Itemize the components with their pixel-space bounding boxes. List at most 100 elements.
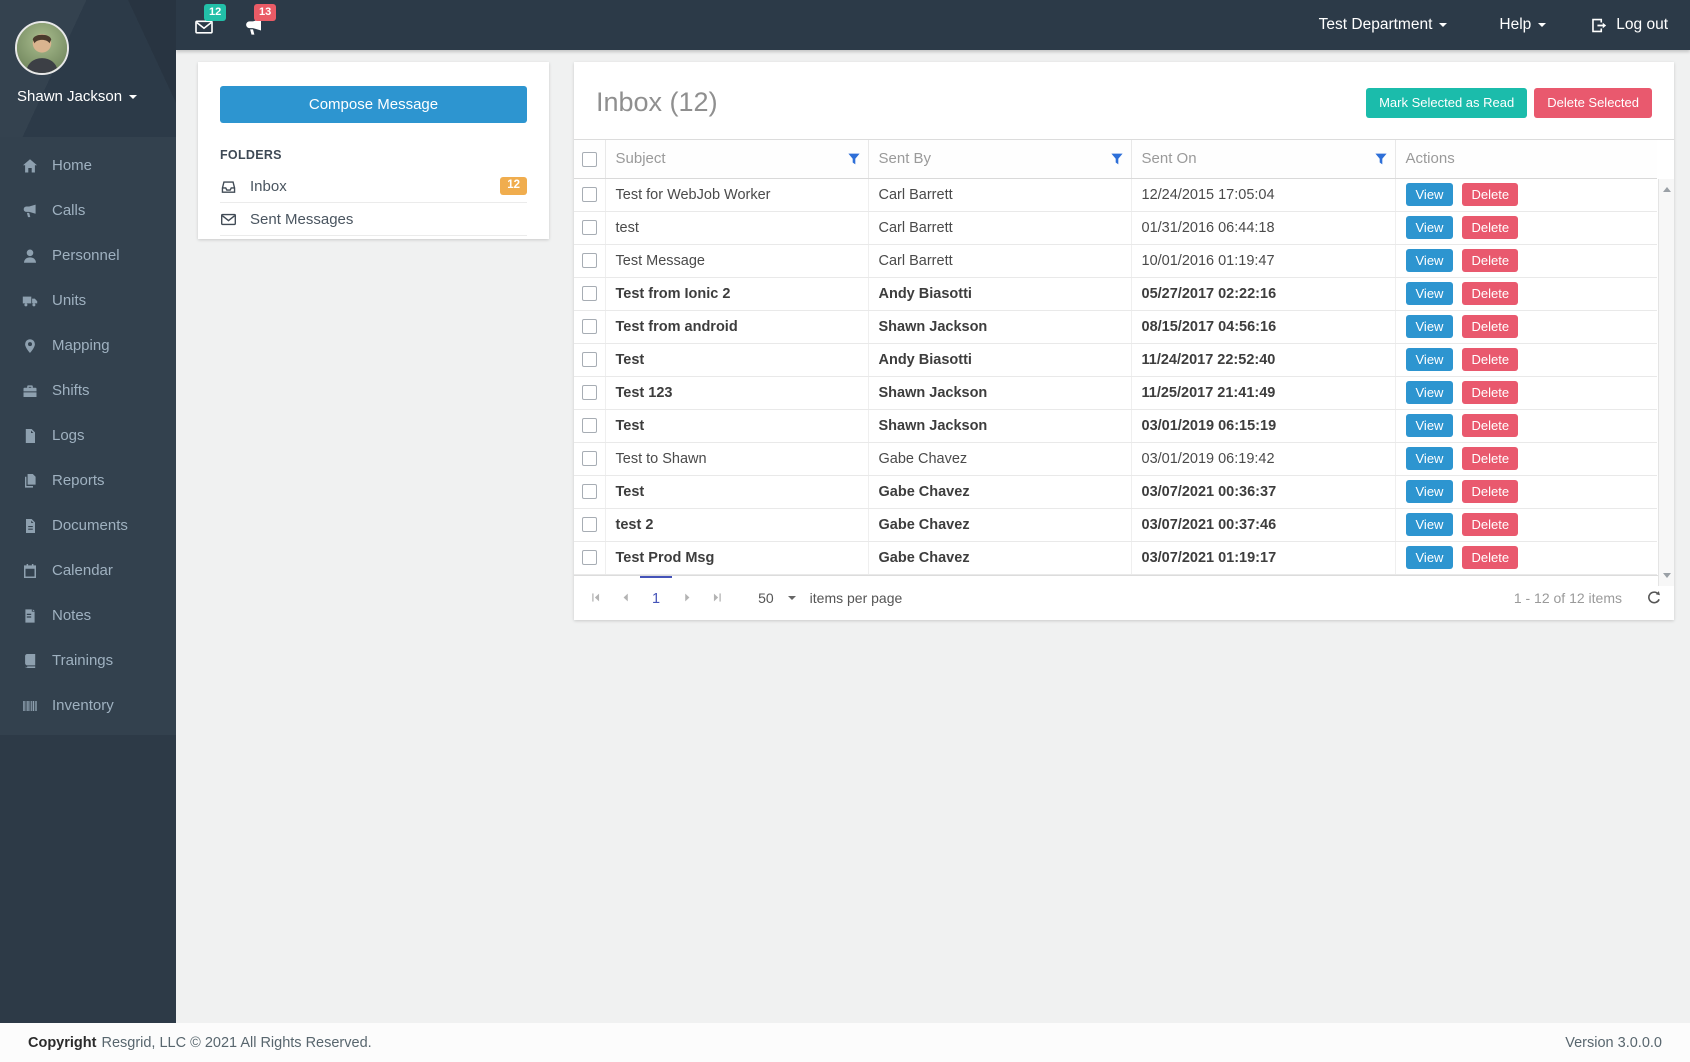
folders-card: Compose Message FOLDERS Inbox 12 Sent Me… xyxy=(198,62,549,239)
row-checkbox[interactable] xyxy=(582,550,597,565)
help-menu[interactable]: Help xyxy=(1499,16,1546,34)
column-header-sent-on[interactable]: Sent On xyxy=(1131,140,1395,178)
message-subject: Test Prod Msg xyxy=(605,541,868,574)
view-button[interactable]: View xyxy=(1406,546,1454,569)
sidebar-item-inventory[interactable]: Inventory xyxy=(0,683,176,728)
view-button[interactable]: View xyxy=(1406,480,1454,503)
message-subject: test xyxy=(605,211,868,244)
sidebar-item-label: Shifts xyxy=(52,382,90,399)
delete-button[interactable]: Delete xyxy=(1462,414,1518,437)
sidebar-item-notes[interactable]: Notes xyxy=(0,593,176,638)
delete-button[interactable]: Delete xyxy=(1462,513,1518,536)
delete-button[interactable]: Delete xyxy=(1462,183,1518,206)
logout-label: Log out xyxy=(1616,16,1668,34)
delete-button[interactable]: Delete xyxy=(1462,315,1518,338)
folder-inbox[interactable]: Inbox 12 xyxy=(220,170,527,203)
message-sender: Gabe Chavez xyxy=(868,475,1131,508)
messages-indicator[interactable]: 12 xyxy=(194,17,214,42)
view-button[interactable]: View xyxy=(1406,348,1454,371)
sidebar-item-shifts[interactable]: Shifts xyxy=(0,368,176,413)
message-date: 03/07/2021 01:19:17 xyxy=(1131,541,1395,574)
sidebar-item-documents[interactable]: Documents xyxy=(0,503,176,548)
department-menu[interactable]: Test Department xyxy=(1319,16,1448,34)
vertical-scrollbar[interactable] xyxy=(1658,179,1674,586)
sidebar-item-personnel[interactable]: Personnel xyxy=(0,233,176,278)
view-button[interactable]: View xyxy=(1406,282,1454,305)
footer: CopyrightResgrid, LLC © 2021 All Rights … xyxy=(0,1023,1690,1062)
sidebar-item-mapping[interactable]: Mapping xyxy=(0,323,176,368)
view-button[interactable]: View xyxy=(1406,249,1454,272)
delete-button[interactable]: Delete xyxy=(1462,546,1518,569)
message-row: Test from android Shawn Jackson 08/15/20… xyxy=(574,310,1657,343)
delete-button[interactable]: Delete xyxy=(1462,249,1518,272)
sidebar-item-reports[interactable]: Reports xyxy=(0,458,176,503)
delete-button[interactable]: Delete xyxy=(1462,282,1518,305)
sidebar-item-label: Units xyxy=(52,292,86,309)
delete-selected-button[interactable]: Delete Selected xyxy=(1534,88,1652,118)
page-size-dropdown[interactable]: 50 xyxy=(758,576,796,620)
compose-message-button[interactable]: Compose Message xyxy=(220,86,527,123)
sidebar-item-trainings[interactable]: Trainings xyxy=(0,638,176,683)
delete-button[interactable]: Delete xyxy=(1462,480,1518,503)
next-page-button[interactable] xyxy=(672,576,702,620)
previous-page-button[interactable] xyxy=(610,576,640,620)
view-button[interactable]: View xyxy=(1406,447,1454,470)
column-header-sent-by[interactable]: Sent By xyxy=(868,140,1131,178)
scroll-up-arrow[interactable] xyxy=(1663,183,1671,192)
column-header-subject[interactable]: Subject xyxy=(605,140,868,178)
row-checkbox[interactable] xyxy=(582,286,597,301)
sidebar-item-calls[interactable]: Calls xyxy=(0,188,176,233)
sidebar-item-label: Reports xyxy=(52,472,105,489)
last-page-button[interactable] xyxy=(702,576,732,620)
view-button[interactable]: View xyxy=(1406,216,1454,239)
filter-icon[interactable] xyxy=(1374,152,1388,166)
row-checkbox[interactable] xyxy=(582,451,597,466)
message-sender: Gabe Chavez xyxy=(868,508,1131,541)
mark-selected-read-button[interactable]: Mark Selected as Read xyxy=(1366,88,1527,118)
row-checkbox[interactable] xyxy=(582,352,597,367)
delete-button[interactable]: Delete xyxy=(1462,348,1518,371)
chevron-down-icon xyxy=(1439,23,1447,27)
view-button[interactable]: View xyxy=(1406,381,1454,404)
row-checkbox[interactable] xyxy=(582,220,597,235)
sidebar-item-home[interactable]: Home xyxy=(0,143,176,188)
row-checkbox[interactable] xyxy=(582,187,597,202)
delete-button[interactable]: Delete xyxy=(1462,447,1518,470)
filter-icon[interactable] xyxy=(847,152,861,166)
row-checkbox[interactable] xyxy=(582,319,597,334)
sidebar-item-calendar[interactable]: Calendar xyxy=(0,548,176,593)
delete-button[interactable]: Delete xyxy=(1462,381,1518,404)
chevron-down-icon xyxy=(1538,23,1546,27)
sidebar-item-logs[interactable]: Logs xyxy=(0,413,176,458)
row-checkbox[interactable] xyxy=(582,484,597,499)
logout-button[interactable]: Log out xyxy=(1590,16,1668,34)
announcements-indicator[interactable]: 13 xyxy=(244,17,264,42)
view-button[interactable]: View xyxy=(1406,414,1454,437)
view-button[interactable]: View xyxy=(1406,513,1454,536)
row-checkbox[interactable] xyxy=(582,517,597,532)
user-menu[interactable]: Shawn Jackson xyxy=(17,88,137,105)
row-checkbox[interactable] xyxy=(582,385,597,400)
view-button[interactable]: View xyxy=(1406,183,1454,206)
user-panel: Shawn Jackson xyxy=(0,0,176,137)
sidebar-item-label: Trainings xyxy=(52,652,113,669)
view-button[interactable]: View xyxy=(1406,315,1454,338)
message-table-body: Test for WebJob Worker Carl Barrett 12/2… xyxy=(574,178,1657,574)
message-row: Test 123 Shawn Jackson 11/25/2017 21:41:… xyxy=(574,376,1657,409)
sidebar-item-label: Personnel xyxy=(52,247,120,264)
current-page-button[interactable]: 1 xyxy=(640,576,672,620)
select-all-checkbox[interactable] xyxy=(582,152,597,167)
row-checkbox[interactable] xyxy=(582,253,597,268)
pager-summary: 1 - 12 of 12 items xyxy=(1514,576,1622,620)
chevron-down-icon xyxy=(788,596,796,600)
message-date: 10/01/2016 01:19:47 xyxy=(1131,244,1395,277)
filter-icon[interactable] xyxy=(1110,152,1124,166)
scroll-down-arrow[interactable] xyxy=(1663,573,1671,582)
row-checkbox[interactable] xyxy=(582,418,597,433)
first-page-button[interactable] xyxy=(580,576,610,620)
delete-button[interactable]: Delete xyxy=(1462,216,1518,239)
sidebar-item-units[interactable]: Units xyxy=(0,278,176,323)
folder-sent-messages[interactable]: Sent Messages xyxy=(220,203,527,236)
message-row: Test for WebJob Worker Carl Barrett 12/2… xyxy=(574,178,1657,211)
sidebar-item-label: Logs xyxy=(52,427,85,444)
